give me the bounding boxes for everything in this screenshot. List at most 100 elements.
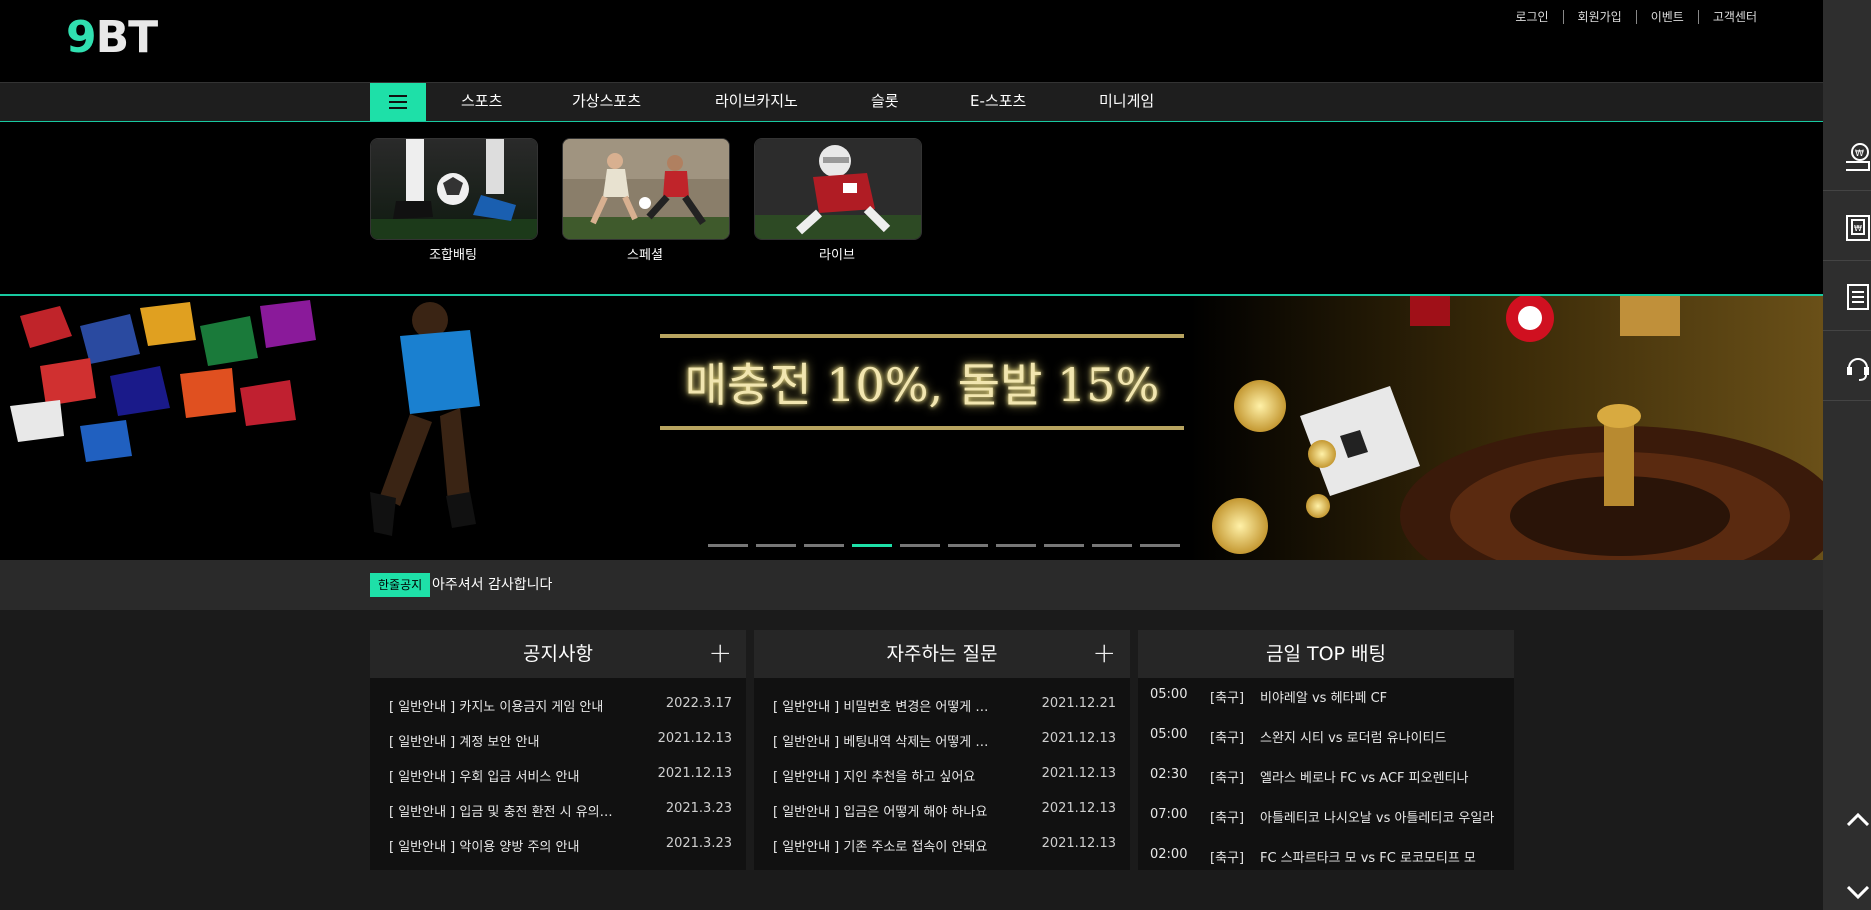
chevron-up-icon[interactable] [1847, 812, 1869, 826]
main-nav: 스포츠 가상스포츠 라이브카지노 슬롯 E-스포츠 미니게임 [0, 82, 1823, 123]
row-date: 2021.3.23 [665, 836, 732, 851]
main-content: 9BT 로그인 회원가입 이벤트 고객센터 스포츠 가상스포츠 라이브카지노 슬… [0, 0, 1823, 910]
nav-item-virtual-sports[interactable]: 가상스포츠 [572, 83, 641, 121]
notice-row[interactable]: [ 일반안내 ] 계정 보안 안내 2021.12.13 [370, 731, 746, 751]
slide-dot[interactable] [1092, 544, 1132, 547]
box-header: 공지사항 + [370, 630, 746, 678]
row-date: 2021.12.13 [657, 766, 732, 781]
notice-text[interactable]: 아주셔서 감사합니다 [432, 573, 552, 597]
row-title: [ 일반안내 ] 악이용 양방 주의 안내 [389, 840, 580, 855]
faq-row[interactable]: [ 일반안내 ] 입금은 어떻게 해야 하나요 2021.12.13 [754, 801, 1130, 821]
bet-time: 05:00 [1150, 727, 1188, 742]
slide-dot[interactable] [1140, 544, 1180, 547]
bet-row[interactable]: 02:00 [축구] FC 스파르타크 모 vs FC 로코모티프 모 [1138, 847, 1514, 867]
bet-match: 비야레알 vs 헤타페 CF [1260, 691, 1388, 706]
card-label: 라이브 [819, 248, 855, 263]
headset-icon[interactable] [1823, 330, 1871, 401]
row-title: [ 일반안내 ] 기존 주소로 접속이 안돼요 [773, 840, 988, 855]
logo-nine: 9 [66, 12, 97, 63]
faq-row[interactable]: [ 일반안내 ] 베팅내역 삭제는 어떻게 … 2021.12.13 [754, 731, 1130, 751]
withdraw-icon[interactable]: ₩ [1823, 190, 1871, 261]
slide-dot[interactable] [756, 544, 796, 547]
slide-dot[interactable] [900, 544, 940, 547]
top-bet-box: 금일 TOP 배팅 05:00 [축구] 비야레알 vs 헤타페 CF 05:00 [… [1138, 630, 1514, 870]
box-header: 자주하는 질문 + [754, 630, 1130, 678]
nav-item-minigame[interactable]: 미니게임 [1099, 83, 1154, 121]
chevron-down-icon[interactable] [1847, 886, 1869, 900]
bet-time: 05:00 [1150, 687, 1188, 702]
logo-bt: BT [95, 12, 159, 63]
svg-text:₩: ₩ [1854, 224, 1862, 233]
slide-indicators [708, 544, 1180, 547]
bet-row[interactable]: 05:00 [축구] 스완지 시티 vs 로더럼 유나이티드 [1138, 727, 1514, 747]
faq-row[interactable]: [ 일반안내 ] 기존 주소로 접속이 안돼요 2021.12.13 [754, 836, 1130, 856]
bet-league: [축구] [1210, 811, 1245, 826]
quick-sidebar: ₩ ₩ [1823, 0, 1871, 910]
slide-dot-active[interactable] [852, 544, 892, 547]
row-title: [ 일반안내 ] 계정 보안 안내 [389, 735, 540, 750]
slide-dot[interactable] [708, 544, 748, 547]
nav-item-sports[interactable]: 스포츠 [461, 83, 502, 121]
sports-dropdown: 조합배팅 스페셜 라이브 [0, 122, 1823, 296]
faq-row[interactable]: [ 일반안내 ] 비밀번호 변경은 어떻게 … 2021.12.21 [754, 696, 1130, 716]
bet-league: [축구] [1210, 851, 1245, 866]
slide-dot[interactable] [948, 544, 988, 547]
bet-time: 07:00 [1150, 807, 1188, 822]
bet-league: [축구] [1210, 771, 1245, 786]
support-link[interactable]: 고객센터 [1697, 10, 1771, 24]
box-title: 자주하는 질문 [886, 643, 998, 665]
notice-row[interactable]: [ 일반안내 ] 카지노 이용금지 게임 안내 2022.3.17 [370, 696, 746, 716]
nav-item-esports[interactable]: E-스포츠 [970, 83, 1026, 121]
signup-link[interactable]: 회원가입 [1562, 10, 1636, 24]
nav-item-slots[interactable]: 슬롯 [871, 83, 899, 121]
special-image [562, 138, 730, 240]
bet-row[interactable]: 02:30 [축구] 엘라스 베로나 FC vs ACF 피오렌티나 [1138, 767, 1514, 787]
row-date: 2021.12.13 [1041, 801, 1116, 816]
svg-text:₩: ₩ [1855, 149, 1864, 159]
slide-dot[interactable] [996, 544, 1036, 547]
box-title: 공지사항 [523, 643, 593, 665]
nav-item-live-casino[interactable]: 라이브카지노 [715, 83, 798, 121]
row-title: [ 일반안내 ] 베팅내역 삭제는 어떻게 … [773, 735, 989, 750]
notice-row[interactable]: [ 일반안내 ] 우회 입금 서비스 안내 2021.12.13 [370, 766, 746, 786]
bet-row[interactable]: 05:00 [축구] 비야레알 vs 헤타페 CF [1138, 687, 1514, 707]
top-links: 로그인 회원가입 이벤트 고객센터 [1501, 10, 1771, 24]
bet-match: 아틀레티코 나시오날 vs 아틀레티코 우일라 [1260, 811, 1495, 826]
coin-deposit-icon[interactable]: ₩ [1823, 120, 1871, 191]
bet-league: [축구] [1210, 691, 1245, 706]
plus-icon[interactable]: + [1093, 630, 1116, 676]
card-label: 조합배팅 [429, 248, 477, 263]
plus-icon[interactable]: + [709, 630, 732, 676]
notice-row[interactable]: [ 일반안내 ] 입금 및 충전 환전 시 유의… 2021.3.23 [370, 801, 746, 821]
bet-row[interactable]: 07:00 [축구] 아틀레티코 나시오날 vs 아틀레티코 우일라 [1138, 807, 1514, 827]
faq-row[interactable]: [ 일반안내 ] 지인 추천을 하고 싶어요 2021.12.13 [754, 766, 1130, 786]
notice-row[interactable]: [ 일반안내 ] 악이용 양방 주의 안내 2021.3.23 [370, 836, 746, 856]
row-title: [ 일반안내 ] 카지노 이용금지 게임 안내 [389, 700, 604, 715]
row-title: [ 일반안내 ] 입금은 어떻게 해야 하나요 [773, 805, 988, 820]
row-date: 2021.12.13 [1041, 766, 1116, 781]
card-live[interactable]: 라이브 [754, 138, 922, 263]
promo-banner[interactable]: 매충전 10%, 돌발 15% [0, 296, 1823, 560]
card-combo-betting[interactable]: 조합배팅 [370, 138, 538, 263]
card-label: 스페셜 [627, 248, 663, 263]
event-link[interactable]: 이벤트 [1635, 10, 1698, 24]
bet-time: 02:30 [1150, 767, 1188, 782]
bet-match: FC 스파르타크 모 vs FC 로코모티프 모 [1260, 851, 1476, 866]
row-title: [ 일반안내 ] 우회 입금 서비스 안내 [389, 770, 580, 785]
slide-dot[interactable] [804, 544, 844, 547]
box-title: 금일 TOP 배팅 [1265, 643, 1387, 665]
row-date: 2022.3.17 [665, 696, 732, 711]
slide-dot[interactable] [1044, 544, 1084, 547]
bet-time: 02:00 [1150, 847, 1188, 862]
row-title: [ 일반안내 ] 지인 추천을 하고 싶어요 [773, 770, 976, 785]
login-link[interactable]: 로그인 [1501, 10, 1562, 24]
site-logo[interactable]: 9BT [66, 12, 159, 63]
row-date: 2021.12.13 [1041, 836, 1116, 851]
notice-badge: 한줄공지 [370, 573, 431, 597]
row-date: 2021.12.13 [1041, 731, 1116, 746]
card-special[interactable]: 스페셜 [562, 138, 730, 263]
row-title: [ 일반안내 ] 입금 및 충전 환전 시 유의… [389, 805, 613, 820]
hamburger-icon[interactable] [370, 83, 426, 121]
box-header: 금일 TOP 배팅 [1138, 630, 1514, 678]
document-icon[interactable] [1823, 260, 1871, 331]
